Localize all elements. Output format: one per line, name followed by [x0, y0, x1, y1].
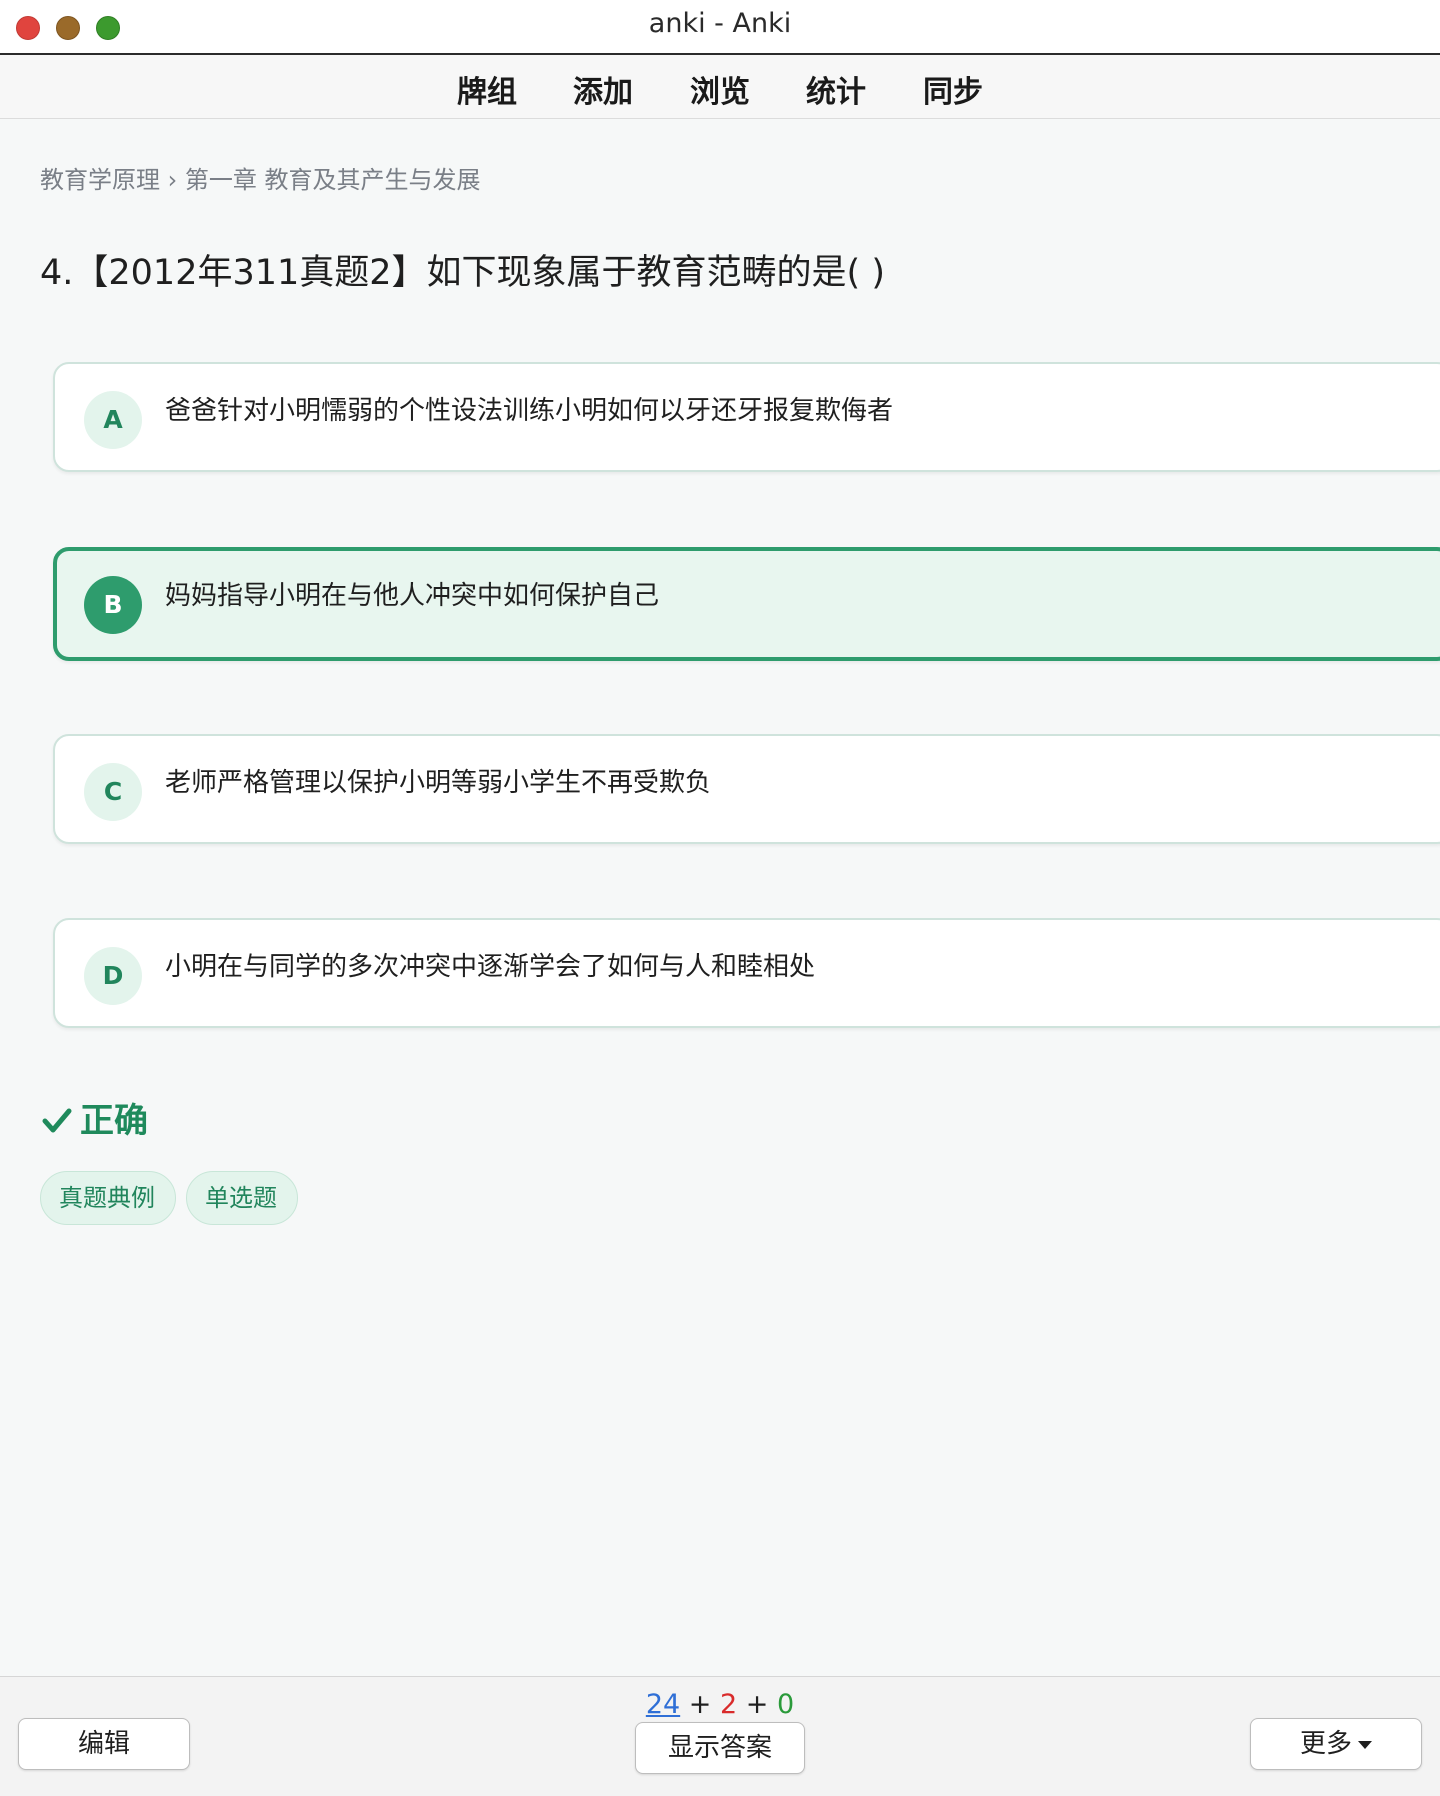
tag-chip[interactable]: 单选题 — [186, 1171, 298, 1225]
tag-chip[interactable]: 真题典例 — [40, 1171, 176, 1225]
count-separator: + — [745, 1689, 769, 1720]
learn-count: 2 — [719, 1689, 738, 1720]
toolbar-decks[interactable]: 牌组 — [457, 67, 517, 111]
toolbar-browse[interactable]: 浏览 — [690, 67, 750, 111]
option-text: 老师严格管理以保护小明等弱小学生不再受欺负 — [165, 768, 712, 798]
option-letter-badge: C — [84, 763, 142, 821]
review-count: 0 — [776, 1689, 795, 1720]
anki-window: anki - Anki 牌组 添加 浏览 统计 同步 教育学原理 › 第一章 教… — [0, 0, 1440, 1796]
option-letter-badge: D — [84, 947, 142, 1005]
breadcrumb: 教育学原理 › 第一章 教育及其产生与发展 — [40, 166, 481, 194]
more-button-label: 更多 — [1299, 1729, 1352, 1759]
new-count: 24 — [645, 1689, 681, 1720]
chevron-down-icon — [1358, 1740, 1372, 1749]
option-a[interactable]: A 爸爸针对小明懦弱的个性设法训练小明如何以牙还牙报复欺侮者 — [53, 362, 1440, 472]
question-text: 4.【2012年311真题2】如下现象属于教育范畴的是( ) — [40, 253, 885, 293]
option-b[interactable]: B 妈妈指导小明在与他人冲突中如何保护自己 — [53, 547, 1440, 661]
more-button[interactable]: 更多 — [1250, 1718, 1422, 1770]
option-c[interactable]: C 老师严格管理以保护小明等弱小学生不再受欺负 — [53, 734, 1440, 844]
bottom-bar: 24 + 2 + 0 编辑 显示答案 更多 — [0, 1676, 1440, 1796]
toolbar-add[interactable]: 添加 — [573, 67, 633, 111]
toolbar-sync[interactable]: 同步 — [923, 67, 983, 111]
checkmark-icon — [42, 1108, 72, 1133]
option-text: 妈妈指导小明在与他人冲突中如何保护自己 — [165, 581, 660, 611]
edit-button[interactable]: 编辑 — [18, 1718, 190, 1770]
option-text: 小明在与同学的多次冲突中逐渐学会了如何与人和睦相处 — [165, 952, 816, 982]
due-counts: 24 + 2 + 0 — [0, 1689, 1440, 1720]
answer-result: 正确 — [42, 1093, 148, 1142]
toolbar-stats[interactable]: 统计 — [806, 67, 866, 111]
result-label: 正确 — [80, 1101, 148, 1141]
option-letter-badge: B — [84, 576, 142, 634]
main-toolbar: 牌组 添加 浏览 统计 同步 — [0, 55, 1440, 119]
show-answer-button[interactable]: 显示答案 — [635, 1722, 805, 1774]
window-title: anki - Anki — [648, 8, 792, 39]
count-separator: + — [688, 1689, 712, 1720]
title-bar: anki - Anki — [0, 0, 1440, 55]
option-text: 爸爸针对小明懦弱的个性设法训练小明如何以牙还牙报复欺侮者 — [165, 396, 894, 426]
option-d[interactable]: D 小明在与同学的多次冲突中逐渐学会了如何与人和睦相处 — [53, 918, 1440, 1028]
option-letter-badge: A — [84, 391, 142, 449]
